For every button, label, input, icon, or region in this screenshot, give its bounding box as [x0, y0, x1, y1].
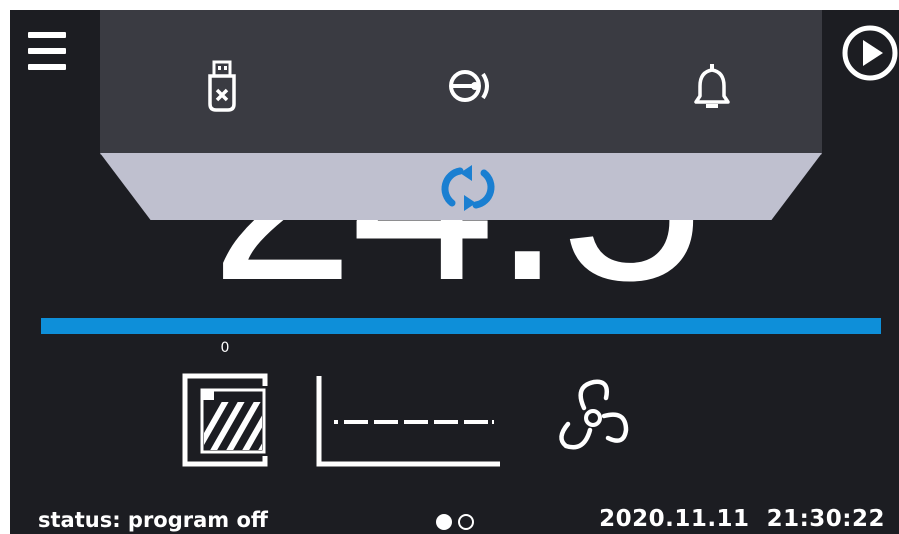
quick-panel — [100, 10, 822, 155]
login-key-icon[interactable] — [443, 66, 493, 106]
page-dot-active — [436, 514, 452, 530]
counter-value: 0 — [220, 340, 230, 356]
play-circle-icon[interactable] — [841, 24, 899, 82]
controller-screen: 24.5 °C — [10, 10, 899, 534]
sync-icon[interactable] — [430, 165, 506, 211]
status-bar — [41, 318, 881, 334]
setpoint-chart-icon[interactable] — [316, 376, 502, 468]
hamburger-menu-icon[interactable] — [28, 32, 66, 72]
page-dot — [458, 514, 474, 530]
date-time: 2020.11.11 21:30:22 — [599, 506, 885, 532]
bell-icon[interactable] — [692, 60, 732, 112]
fan-icon[interactable] — [554, 376, 632, 460]
heater-icon[interactable] — [182, 370, 274, 468]
sync-bar[interactable] — [100, 153, 822, 220]
usb-disconnected-icon[interactable] — [200, 58, 246, 114]
program-status: status: program off — [38, 508, 268, 532]
page-indicator[interactable] — [434, 512, 494, 532]
